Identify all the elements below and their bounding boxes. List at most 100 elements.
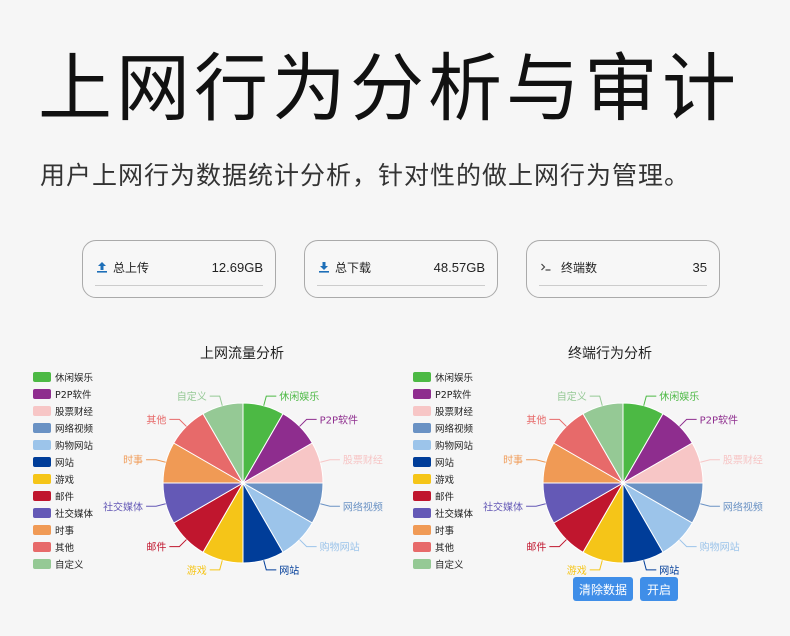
- pie-leader-line: [209, 395, 223, 406]
- legend-item[interactable]: P2P软件: [33, 385, 93, 402]
- pie-slice-label: 其他: [526, 413, 546, 426]
- page-subtitle: 用户上网行为数据统计分析，针对性的做上网行为管理。: [40, 161, 691, 190]
- pie-chart-terminal: 休闲娱乐P2P软件股票财经网络视频购物网站网站 游戏 邮件 社交媒体 时事 其他自定义: [483, 390, 763, 577]
- legend-item[interactable]: 股票财经: [33, 402, 93, 419]
- pie-leader-line: [549, 418, 567, 427]
- page-title: 上网行为分析与审计: [38, 46, 740, 132]
- legend-terminal: 休闲娱乐 P2P软件 股票财经网络视频购物网站网站 游戏邮件社交媒体时事其他 自定义: [413, 368, 473, 572]
- legend-item[interactable]: 时事: [413, 521, 473, 538]
- pie-leader-line: [263, 395, 277, 406]
- pie-leader-line: [320, 503, 340, 507]
- legend-label: 网站: [435, 457, 455, 469]
- legend-label: 休闲娱乐: [435, 372, 474, 384]
- legend-item[interactable]: 游戏: [33, 470, 93, 487]
- legend-label: 其他: [435, 542, 455, 554]
- legend-item[interactable]: 休闲娱乐: [33, 368, 93, 385]
- legend-label: 时事: [55, 525, 75, 537]
- legend-label: P2P软件: [55, 389, 92, 401]
- pie-leader-line: [643, 395, 657, 406]
- legend-swatch: [33, 507, 51, 518]
- pie-slice-label: 股票财经: [343, 454, 383, 467]
- legend-swatch: [33, 388, 51, 399]
- divider: [95, 285, 263, 286]
- legend-item[interactable]: 网站: [33, 453, 93, 470]
- legend-swatch: [413, 388, 431, 399]
- pie-slice-label: 其他: [146, 413, 166, 426]
- pie-slice-label: 自定义: [177, 390, 207, 403]
- pie-slice-label: 股票财经: [723, 454, 763, 467]
- pie-leader-line: [299, 418, 317, 427]
- pie-leader-line: [679, 539, 697, 548]
- legend-label: 休闲娱乐: [55, 372, 94, 384]
- legend-item[interactable]: P2P软件: [413, 385, 473, 402]
- pie-slice-label: 时事: [123, 454, 143, 467]
- pie-slice-label: 网站: [659, 564, 679, 577]
- pie-leader-line: [146, 503, 166, 507]
- legend-swatch: [33, 405, 51, 416]
- legend-item[interactable]: 网络视频: [413, 419, 473, 436]
- legend-item[interactable]: 社交媒体: [413, 504, 473, 521]
- pie-slice-label: 游戏: [187, 564, 207, 577]
- pie-leader-line: [549, 539, 567, 548]
- pie-leader-line: [526, 503, 546, 507]
- download-stat-card: 总下载 48.57GB: [304, 240, 498, 298]
- legend-swatch: [413, 439, 431, 450]
- legend-label: 股票财经: [55, 406, 94, 418]
- upload-value: 12.69GB: [211, 259, 263, 275]
- legend-label: 游戏: [55, 474, 75, 486]
- divider: [539, 285, 707, 286]
- legend-item[interactable]: 其他: [33, 538, 93, 555]
- legend-label: 社交媒体: [435, 508, 474, 520]
- pie-leader-line: [320, 459, 340, 463]
- legend-swatch: [413, 456, 431, 467]
- legend-item[interactable]: 自定义: [413, 555, 473, 572]
- legend-swatch: [33, 456, 51, 467]
- pie-slice-label: 休闲娱乐: [279, 390, 319, 403]
- legend-item[interactable]: 社交媒体: [33, 504, 93, 521]
- enable-button[interactable]: 开启: [640, 577, 678, 601]
- pie-leader-line: [169, 539, 187, 548]
- legend-swatch: [33, 371, 51, 382]
- legend-item[interactable]: 自定义: [33, 555, 93, 572]
- upload-label: 总上传: [113, 260, 150, 275]
- pie-slice-label: P2P软件: [320, 413, 358, 426]
- legend-label: 时事: [435, 525, 455, 537]
- pie-leader-line: [209, 560, 223, 571]
- legend-label: 网站: [55, 457, 75, 469]
- pie-slice-label: 邮件: [146, 541, 166, 554]
- legend-swatch: [33, 422, 51, 433]
- terminals-label: 终端数: [561, 260, 598, 275]
- pie-leader-line: [700, 503, 720, 507]
- legend-item[interactable]: 其他: [413, 538, 473, 555]
- download-icon: [317, 260, 331, 274]
- legend-swatch: [33, 490, 51, 501]
- legend-item[interactable]: 游戏: [413, 470, 473, 487]
- pie-leader-line: [299, 539, 317, 548]
- legend-item[interactable]: 网络视频: [33, 419, 93, 436]
- legend-item[interactable]: 时事: [33, 521, 93, 538]
- chart-title-terminal: 终端行为分析: [568, 346, 652, 362]
- terminals-value: 35: [692, 259, 707, 275]
- legend-item[interactable]: 网站: [413, 453, 473, 470]
- pie-slice-label: 游戏: [567, 564, 587, 577]
- legend-item[interactable]: 购物网站: [33, 436, 93, 453]
- legend-swatch: [413, 558, 431, 569]
- legend-item[interactable]: 休闲娱乐: [413, 368, 473, 385]
- legend-label: 网络视频: [435, 423, 474, 435]
- pie-leader-line: [589, 395, 603, 406]
- chart-title-traffic: 上网流量分析: [200, 346, 284, 362]
- legend-swatch: [413, 541, 431, 552]
- legend-swatch: [33, 524, 51, 535]
- legend-item[interactable]: 购物网站: [413, 436, 473, 453]
- legend-item[interactable]: 邮件: [33, 487, 93, 504]
- pie-slice-label: 社交媒体: [483, 500, 523, 513]
- legend-swatch: [413, 507, 431, 518]
- legend-label: 社交媒体: [55, 508, 94, 520]
- legend-label: 邮件: [435, 491, 455, 503]
- pie-leader-line: [263, 560, 277, 571]
- pie-leader-line: [146, 459, 166, 463]
- legend-item[interactable]: 邮件: [413, 487, 473, 504]
- clear-data-button[interactable]: 清除数据: [573, 577, 633, 601]
- legend-item[interactable]: 股票财经: [413, 402, 473, 419]
- legend-label: 购物网站: [435, 440, 474, 452]
